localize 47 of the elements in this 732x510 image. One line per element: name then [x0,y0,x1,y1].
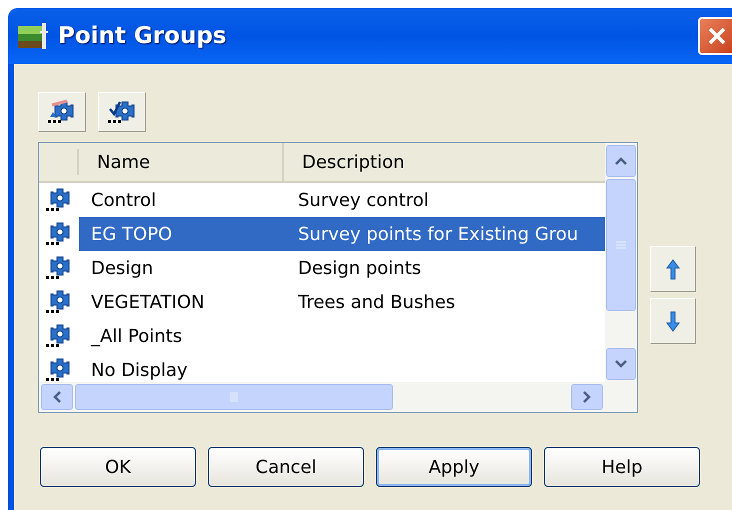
properties-button[interactable] [38,92,86,132]
scroll-thumb[interactable] [75,384,393,410]
window-title: Point Groups [58,22,226,51]
chevron-up-icon [615,157,627,165]
column-header[interactable]: Name [79,143,284,181]
vertical-scrollbar[interactable] [605,143,637,382]
arrow-up-icon [666,258,680,280]
list-row[interactable]: VEGETATION Trees and Bushes [79,285,605,319]
chevron-down-icon [615,360,627,368]
name-cell-text: _All Points [90,324,184,348]
name-cell-text: VEGETATION [90,290,206,314]
column-header[interactable]: Description [284,143,605,181]
point-group-check-icon [107,99,137,125]
scroll-right-button[interactable] [571,384,603,410]
app-icon [18,23,50,49]
name-cell-text: No Display [90,358,189,382]
chevron-left-icon [53,391,61,403]
description-cell-text: Survey control [297,188,429,212]
scroll-down-button[interactable] [606,348,636,380]
name-cell-text: Control [90,188,158,212]
dialog-button[interactable]: OK [40,447,196,487]
dialog-button[interactable]: Apply [376,447,532,487]
arrow-down-icon [666,310,680,332]
description-cell-text: Design points [297,256,422,280]
list-row[interactable]: Design Design points [79,251,605,285]
chevron-right-icon [583,391,591,403]
horizontal-scrollbar[interactable] [39,382,637,412]
name-cell-text: Design [90,256,154,280]
grip-icon [616,241,626,249]
move-down-button[interactable] [650,298,696,344]
scroll-up-button[interactable] [606,145,636,177]
name-cell-text: EG TOPO [90,222,174,246]
dialog-button[interactable]: Help [544,447,700,487]
move-up-button[interactable] [650,246,696,292]
list-row[interactable]: _All Points [79,319,605,353]
check-button[interactable] [98,92,146,132]
dialog-button[interactable]: Cancel [208,447,364,487]
list-row[interactable]: EG TOPO Survey points for Existing Grou [79,217,605,251]
list-row[interactable]: No Display [79,353,605,382]
description-cell-text: Trees and Bushes [297,290,456,314]
list-row[interactable]: Control Survey control [79,183,605,217]
scroll-left-button[interactable] [41,384,73,410]
scroll-thumb[interactable] [606,179,636,311]
description-cell-text: Survey points for Existing Grou [297,222,578,246]
close-button[interactable] [698,17,732,55]
grip-icon [230,392,238,402]
close-icon [707,26,727,46]
